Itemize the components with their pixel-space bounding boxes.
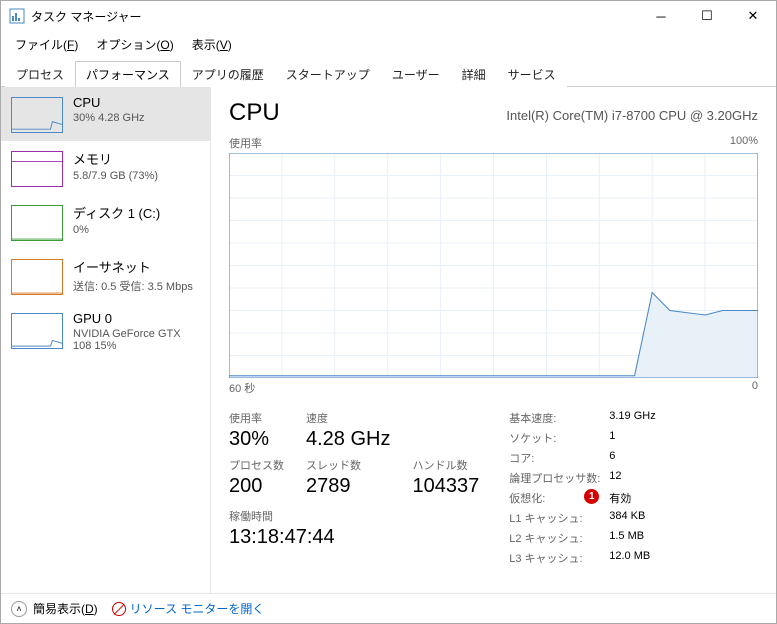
maximize-button[interactable]: ☐	[684, 1, 730, 31]
tab-performance[interactable]: パフォーマンス	[75, 61, 181, 87]
cpu-usage-chart[interactable]	[229, 153, 758, 378]
tab-users[interactable]: ユーザー	[381, 61, 451, 87]
tab-processes[interactable]: プロセス	[5, 61, 75, 87]
stat-threads: 2789	[306, 475, 390, 498]
memory-thumb-icon	[11, 151, 63, 187]
stat-speed: 4.28 GHz	[306, 428, 390, 451]
chart-x-left: 60 秒	[229, 380, 255, 396]
tab-app-history[interactable]: アプリの履歴	[181, 61, 275, 87]
menu-options[interactable]: オプション(O)	[88, 33, 181, 56]
chart-y-label: 使用率	[229, 135, 262, 151]
stat-processes: 200	[229, 475, 284, 498]
titlebar: タスク マネージャー ─ ☐ ✕	[1, 1, 776, 31]
footer: ˄ 簡易表示(D) リソース モニターを開く	[1, 593, 776, 623]
main-panel: CPU Intel(R) Core(TM) i7-8700 CPU @ 3.20…	[211, 87, 776, 593]
minimize-button[interactable]: ─	[638, 1, 684, 31]
resource-monitor-link[interactable]: リソース モニターを開く	[112, 600, 265, 617]
tab-startup[interactable]: スタートアップ	[275, 61, 381, 87]
menubar: ファイル(F) オプション(O) 表示(V)	[1, 31, 776, 58]
tab-details[interactable]: 詳細	[451, 61, 497, 87]
stat-uptime: 13:18:47:44	[229, 526, 479, 549]
page-title: CPU	[229, 99, 280, 127]
ethernet-thumb-icon	[11, 259, 63, 295]
gpu-thumb-icon	[11, 313, 63, 349]
sidebar: CPU30% 4.28 GHz メモリ5.8/7.9 GB (73%) ディスク…	[1, 87, 211, 593]
sidebar-item-memory[interactable]: メモリ5.8/7.9 GB (73%)	[1, 141, 210, 195]
cpu-info-list: 基本速度:3.19 GHzソケット:1コア:6論理プロセッサ数:12仮想化:1有…	[509, 410, 655, 570]
cpu-model: Intel(R) Core(TM) i7-8700 CPU @ 3.20GHz	[506, 108, 758, 123]
menu-file[interactable]: ファイル(F)	[7, 33, 86, 56]
app-icon	[9, 8, 25, 24]
chart-x-right: 0	[752, 380, 758, 396]
tab-services[interactable]: サービス	[497, 61, 567, 87]
stat-utilization: 30%	[229, 428, 284, 451]
close-button[interactable]: ✕	[730, 1, 776, 31]
chevron-up-icon[interactable]: ˄	[11, 601, 27, 617]
resource-monitor-icon	[112, 602, 126, 616]
sidebar-item-gpu[interactable]: GPU 0NVIDIA GeForce GTX 108 15%	[1, 303, 210, 360]
chart-y-max: 100%	[730, 135, 758, 151]
cpu-thumb-icon	[11, 97, 63, 133]
stat-handles: 104337	[412, 475, 479, 498]
sidebar-item-disk[interactable]: ディスク 1 (C:)0%	[1, 195, 210, 249]
menu-view[interactable]: 表示(V)	[184, 33, 240, 56]
sidebar-item-cpu[interactable]: CPU30% 4.28 GHz	[1, 87, 210, 141]
badge-icon: 1	[584, 489, 599, 504]
disk-thumb-icon	[11, 205, 63, 241]
window-title: タスク マネージャー	[31, 8, 638, 25]
sidebar-item-ethernet[interactable]: イーサネット送信: 0.5 受信: 3.5 Mbps	[1, 249, 210, 303]
tabs: プロセス パフォーマンス アプリの履歴 スタートアップ ユーザー 詳細 サービス	[1, 60, 776, 87]
fewer-details-link[interactable]: 簡易表示(D)	[33, 600, 98, 617]
